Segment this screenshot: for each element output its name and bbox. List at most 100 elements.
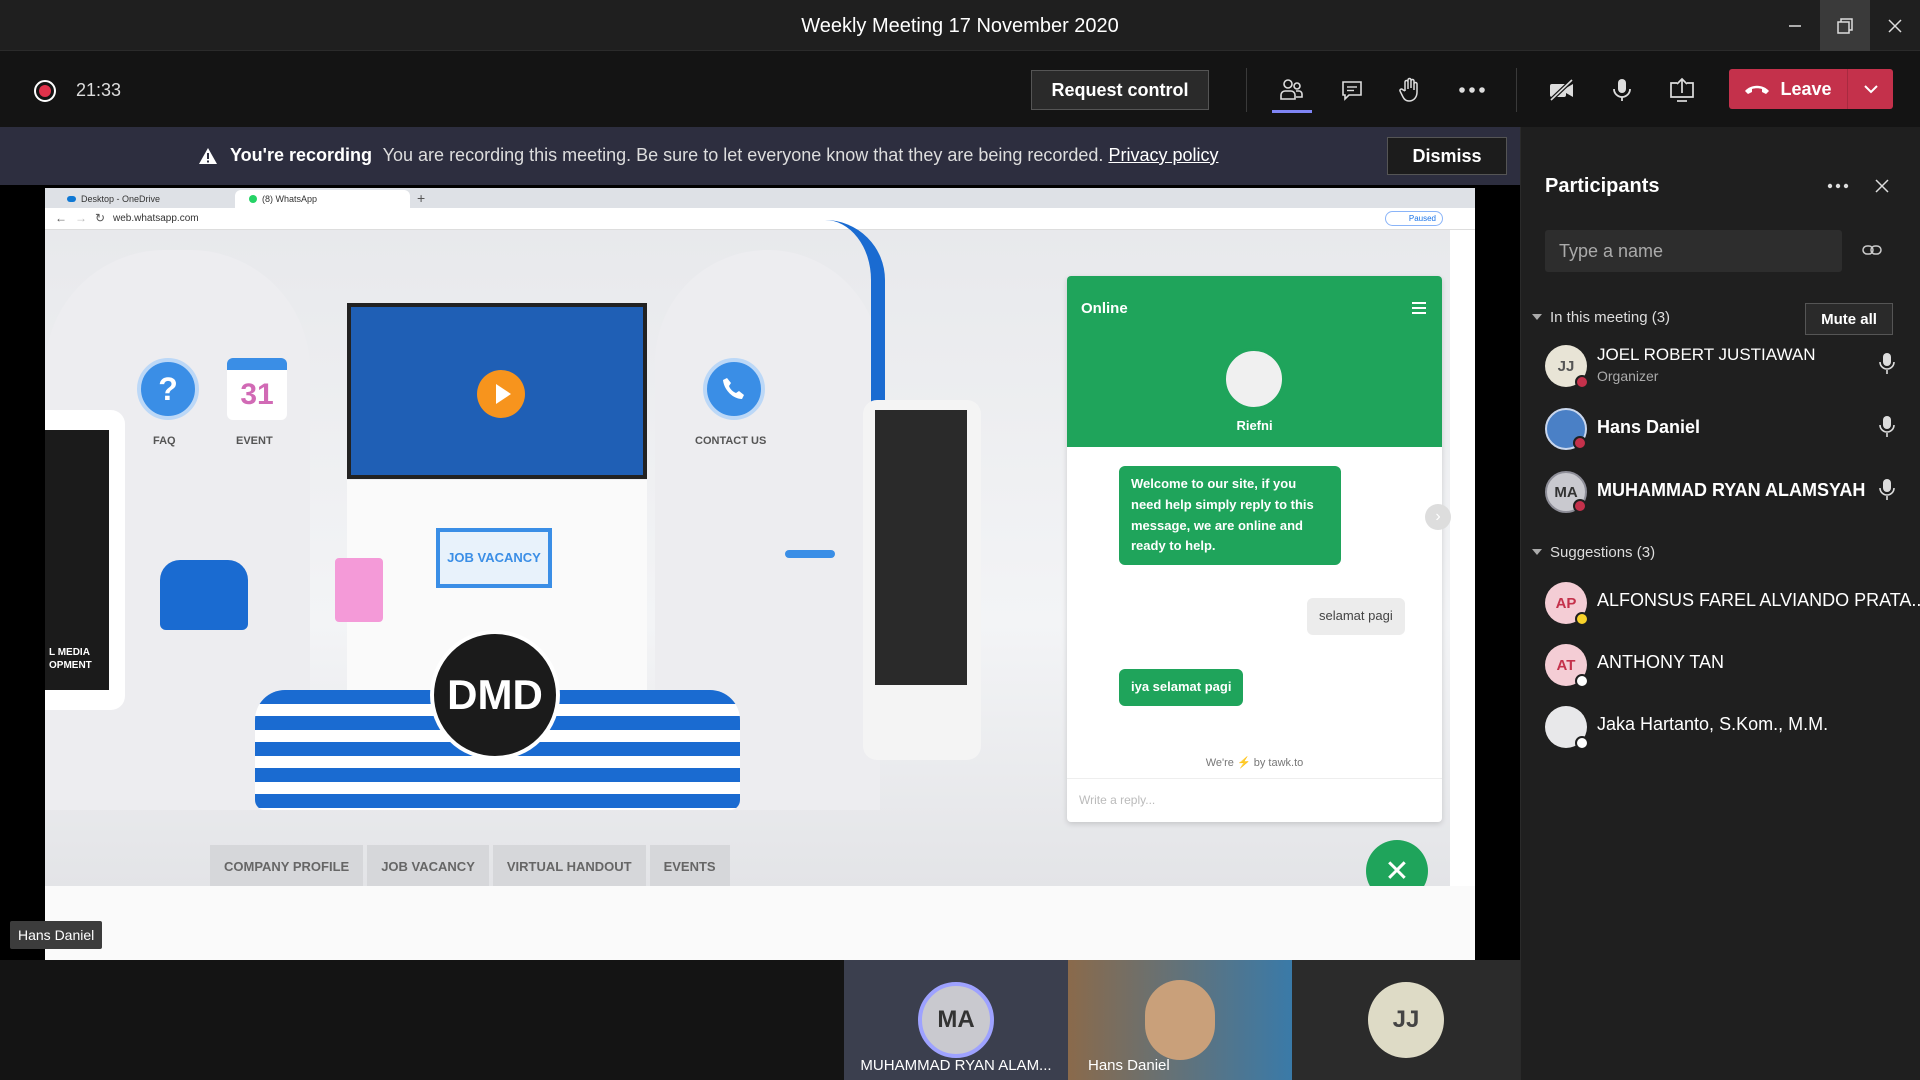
microphone-toggle-button[interactable] [1602,72,1642,108]
virtual-booth-scene: L MEDIA OPMENT ? FAQ 31 EVENT CONTACT US… [45,220,1451,902]
back-icon[interactable]: ← [55,211,67,225]
share-screen-button[interactable] [1662,72,1702,108]
avatar-initials: MA [1554,483,1578,501]
recording-banner: You're recording You are recording this … [0,127,1520,185]
browser-tab-active[interactable]: (8) WhatsApp [235,190,410,208]
show-participants-button[interactable] [1272,72,1312,108]
restore-icon [1837,17,1853,34]
status-badge [1575,375,1589,389]
banner-message: You are recording this meeting. Be sure … [382,145,1104,165]
avatar-initials: AT [1556,656,1576,674]
phone-icon [723,378,744,399]
raise-hand-button[interactable] [1390,72,1430,108]
avatar: MA [1545,471,1587,513]
left-display-screen: L MEDIA OPMENT [45,430,109,690]
show-conversation-button[interactable] [1332,72,1372,108]
panel-title: Participants [1545,175,1660,197]
next-arrow-icon[interactable]: › [1425,504,1451,530]
leave-button-group: Leave [1729,69,1893,109]
recording-icon [34,80,56,102]
title-bar: Weekly Meeting 17 November 2020 [0,0,1920,51]
mute-all-button[interactable]: Mute all [1805,303,1893,335]
play-icon[interactable] [477,370,525,418]
reload-icon[interactable]: ↻ [95,211,105,225]
close-icon [1888,18,1902,33]
contact-us-label: CONTACT US [695,435,767,447]
suggestion-row[interactable]: AP ALFONSUS FAREL ALVIANDO PRATA... [1521,573,1920,633]
nav-company-profile[interactable]: COMPANY PROFILE [210,845,364,887]
camera-toggle-button[interactable] [1542,72,1582,108]
suggestions-section[interactable]: Suggestions (3) [1532,544,1655,561]
faq-label: FAQ [153,435,176,447]
powered-by: We're ⚡ by tawk.to [1205,757,1304,769]
browser-address-bar: ← → ↻ web.whatsapp.com Paused [45,208,1475,230]
participant-row[interactable]: JJ JOEL ROBERT JUSTIAWAN Organizer [1521,336,1920,396]
video-tile[interactable]: JJ [1292,960,1520,1080]
suggestion-row[interactable]: AT ANTHONY TAN [1521,635,1920,695]
video-tile-name: Hans Daniel [1088,1057,1170,1074]
copy-invite-link-button[interactable] [1857,235,1887,265]
url-text[interactable]: web.whatsapp.com [113,213,199,224]
close-window-button[interactable] [1870,0,1920,51]
reply-input[interactable]: Write a reply... [1079,793,1155,807]
participant-name: ANTHONY TAN [1597,652,1725,672]
forward-icon[interactable]: → [75,211,87,225]
participant-search-input[interactable] [1545,230,1842,272]
camera-off-icon [1549,78,1574,102]
avatar: JJ [1545,345,1589,389]
chevron-down-icon [1532,549,1542,555]
minimize-button[interactable] [1770,0,1820,51]
microphone-icon[interactable] [1878,352,1896,376]
participants-icon [1280,79,1303,100]
microphone-icon[interactable] [1878,478,1896,502]
more-actions-button[interactable] [1452,72,1492,108]
nav-virtual-handout[interactable]: VIRTUAL HANDOUT [492,845,646,887]
video-screen [347,303,647,479]
new-tab-icon[interactable]: + [417,190,425,206]
nav-job-vacancy[interactable]: JOB VACANCY [367,845,489,887]
left-display-board: L MEDIA OPMENT [45,410,125,710]
participant-row[interactable]: Hans Daniel [1521,399,1920,459]
nav-events[interactable]: EVENTS [649,845,730,887]
chat-widget: Online Riefni Welcome to our site, if yo… [1067,276,1442,822]
raise-hand-icon [1399,77,1418,102]
request-control-button[interactable]: Request control [1031,70,1209,110]
event-label: EVENT [236,435,273,447]
paused-badge: Paused [1385,211,1443,226]
microphone-icon[interactable] [1878,415,1896,439]
video-tile[interactable]: MA MUHAMMAD RYAN ALAM... [844,960,1068,1080]
status-badge [1575,674,1589,688]
leave-options-button[interactable] [1848,69,1893,109]
panel-more-button[interactable] [1821,171,1855,201]
left-display-text: L MEDIA OPMENT [49,647,92,671]
brochure-display [863,400,981,760]
participant-role: Organizer [1597,368,1659,384]
chat-status: Online [1081,300,1128,317]
hang-up-icon [1745,85,1770,94]
faq-button[interactable]: ? [137,358,199,420]
avatar: JJ [1368,982,1444,1058]
contact-us-button[interactable] [703,358,765,420]
participant-row[interactable]: MA MUHAMMAD RYAN ALAMSYAH [1521,462,1920,522]
browser-tab[interactable]: Desktop - OneDrive [53,190,233,208]
video-tile[interactable]: Hans Daniel [1068,960,1292,1080]
leave-button[interactable]: Leave [1729,69,1847,109]
more-icon [1827,183,1849,189]
panel-close-button[interactable] [1867,171,1897,201]
privacy-policy-link[interactable]: Privacy policy [1108,145,1218,165]
video-tile-name: MUHAMMAD RYAN ALAM... [860,1057,1052,1074]
shared-screen: Desktop - OneDrive (8) WhatsApp + ← → ↻ … [45,188,1475,960]
menu-icon[interactable] [1412,302,1426,314]
restore-button[interactable] [1820,0,1870,51]
event-calendar-button[interactable]: 31 [227,358,287,420]
job-vacancy-sign[interactable]: JOB VACANCY [436,528,552,588]
dismiss-button[interactable]: Dismiss [1387,137,1507,175]
chair [160,560,248,630]
in-meeting-section[interactable]: In this meeting (3) [1532,309,1670,326]
chat-reply-bar: Write a reply... [1067,778,1442,822]
suggestion-row[interactable]: Jaka Hartanto, S.Kom., M.M. [1521,697,1920,757]
banner-text: You're recording You are recording this … [230,145,1218,166]
browser-tab-bar: Desktop - OneDrive (8) WhatsApp + [45,188,1475,208]
warning-icon [199,148,217,164]
shared-screen-footer [45,886,1475,960]
